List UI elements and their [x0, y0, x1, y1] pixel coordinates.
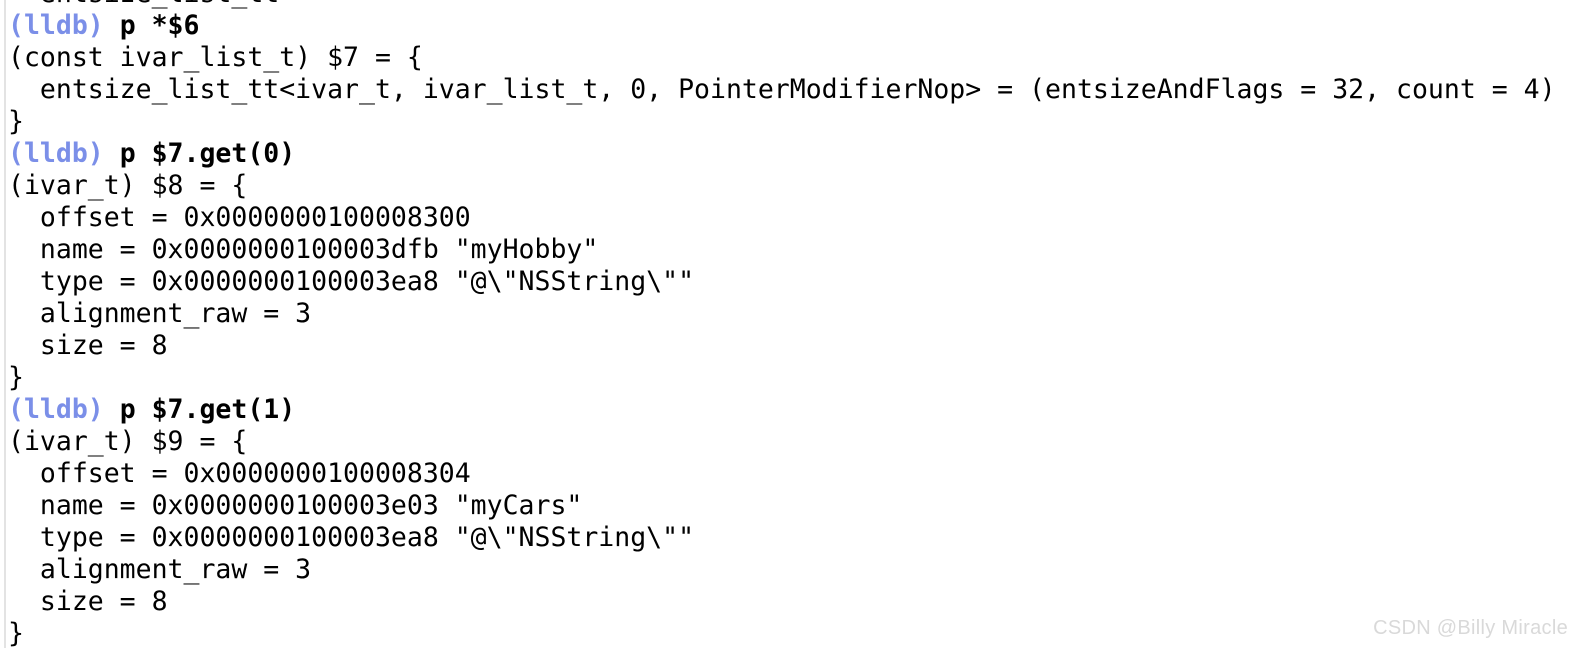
console-output-line: offset = 0x0000000100008300	[8, 202, 471, 233]
console-output-line: entsize_list_tt<ivar_t, ivar_list_t, 0, …	[8, 74, 1556, 105]
console-output-line: }	[8, 618, 24, 649]
console-output-line: name = 0x0000000100003e03 "myCars"	[8, 490, 583, 521]
console-command-line: (lldb) p $7.get(0)	[8, 138, 1584, 170]
console-output-line: alignment_raw = 3	[8, 298, 312, 329]
console-output-line: type = 0x0000000100003ea8 "@\"NSString\"…	[8, 522, 695, 553]
console-output-line: }	[8, 106, 24, 137]
console-output-line: }	[8, 362, 24, 393]
console-output-line: (const ivar_list_t) $7 = {	[8, 42, 423, 73]
console-output-line: size = 8	[8, 330, 168, 361]
lldb-command-text: p *$6	[103, 10, 200, 41]
lldb-command-text: p $7.get(1)	[103, 394, 296, 425]
console-output-line: (ivar_t) $9 = {	[8, 426, 248, 457]
console-line-list: (lldb) p *$6 (const ivar_list_t) $7 = { e…	[8, 10, 1584, 650]
console-output-line: (ivar_t) $8 = {	[8, 170, 248, 201]
console-output-line: size = 8	[8, 586, 168, 617]
clipped-line-fragment: entsize_list_tt	[8, 0, 1584, 10]
console-output-line: name = 0x0000000100003dfb "myHobby"	[8, 234, 599, 265]
lldb-prompt: (lldb)	[8, 394, 104, 425]
lldb-prompt: (lldb)	[8, 10, 104, 41]
console-output-line: alignment_raw = 3	[8, 554, 312, 585]
lldb-prompt: (lldb)	[8, 138, 104, 169]
lldb-command-text: p $7.get(0)	[103, 138, 296, 169]
console-command-line: (lldb) p *$6	[8, 10, 1584, 42]
watermark: CSDN @Billy Miracle	[1373, 617, 1568, 639]
console-output-line: offset = 0x0000000100008304	[8, 458, 471, 489]
lldb-console-output[interactable]: entsize_list_tt (lldb) p *$6(const ivar_…	[0, 0, 1584, 650]
console-output-line: type = 0x0000000100003ea8 "@\"NSString\"…	[8, 266, 695, 297]
console-command-line: (lldb) p $7.get(1)	[8, 394, 1584, 426]
